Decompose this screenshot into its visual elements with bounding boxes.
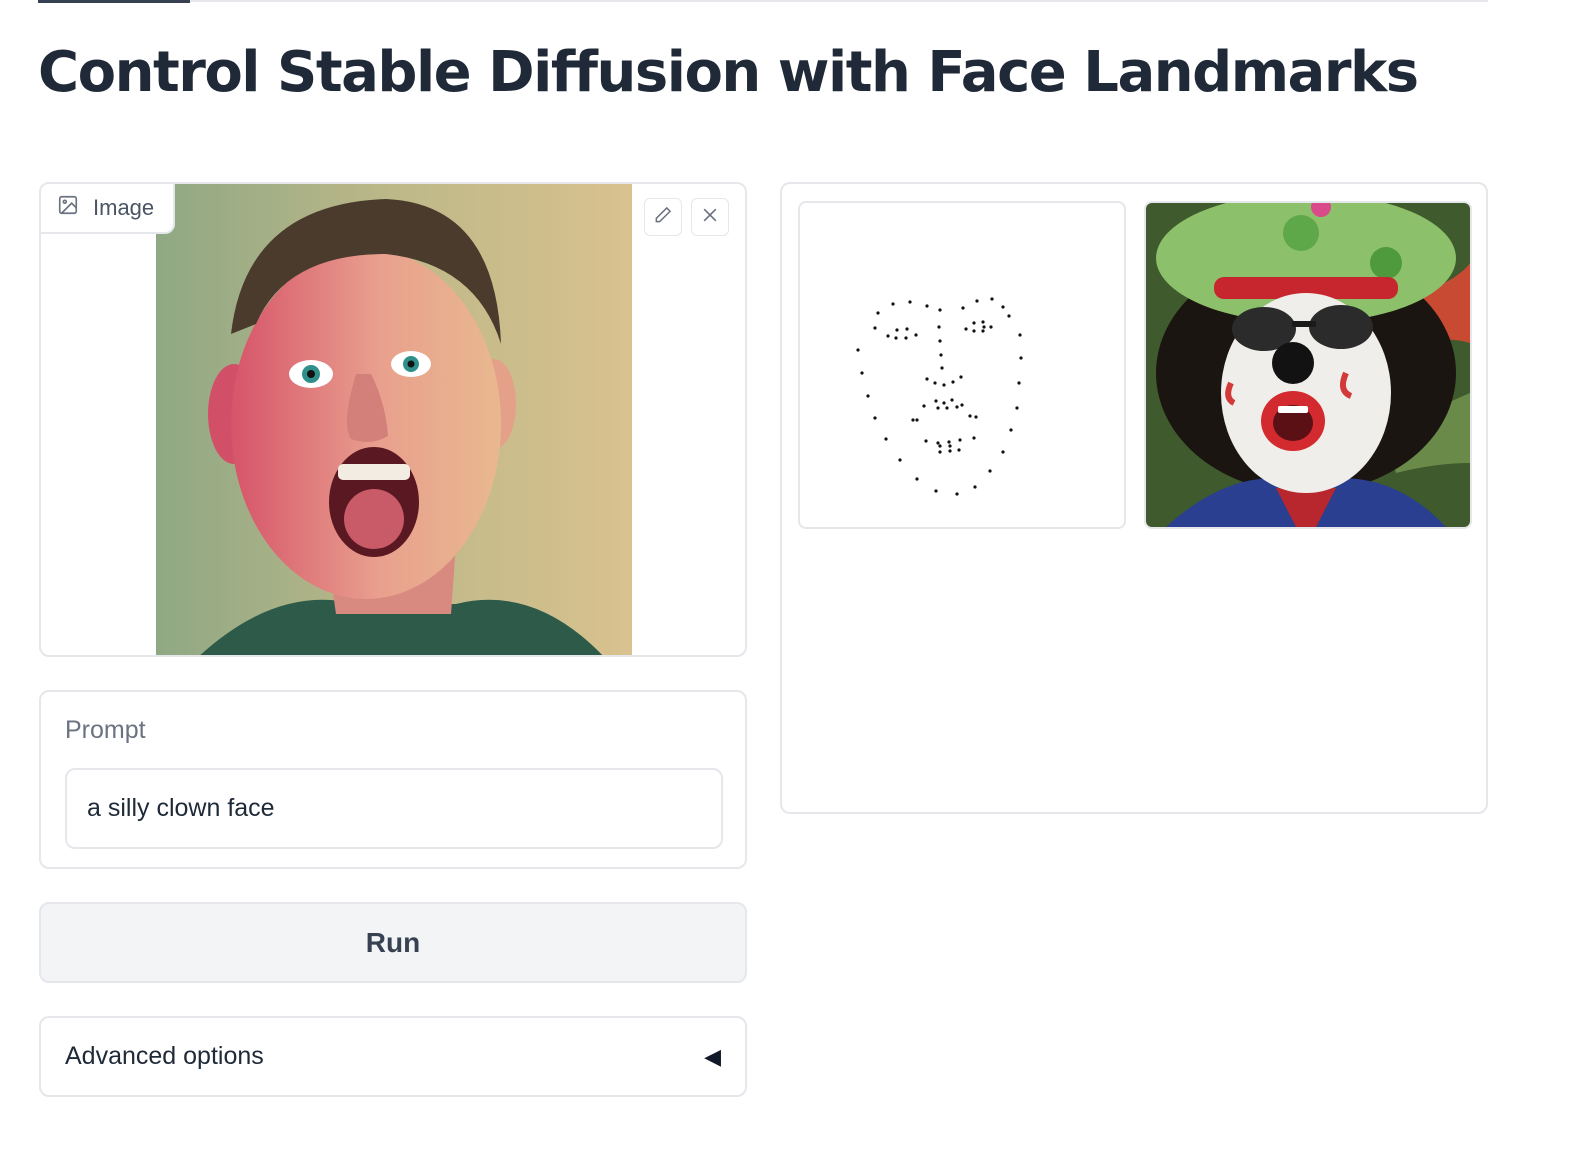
pencil-icon [653,205,673,230]
close-icon [700,205,720,230]
input-photo [156,184,632,655]
generated-clown-image [1146,203,1470,527]
advanced-options-label: Advanced options [65,1042,264,1070]
tab-bar-line [38,0,1488,2]
prompt-label: Prompt [65,716,146,744]
run-button[interactable]: Run [39,902,747,983]
edit-image-button[interactable] [644,198,682,236]
page-title: Control Stable Diffusion with Face Landm… [38,40,1419,105]
prompt-input[interactable] [65,768,723,849]
input-image-panel[interactable]: Image [39,182,747,657]
advanced-options-accordion[interactable]: Advanced options ◀ [39,1016,747,1097]
gallery-item-generated[interactable] [1144,201,1472,529]
triangle-left-icon: ◀ [704,1044,721,1069]
image-icon [57,194,79,222]
face-landmarks-image [856,297,1023,496]
clear-image-button[interactable] [691,198,729,236]
image-block-label: Image [41,184,175,234]
output-gallery [780,182,1488,814]
tab-active-indicator [38,0,190,3]
prompt-block: Prompt [39,690,747,869]
image-label-text: Image [93,195,155,220]
gallery-item-landmarks[interactable] [798,201,1126,529]
